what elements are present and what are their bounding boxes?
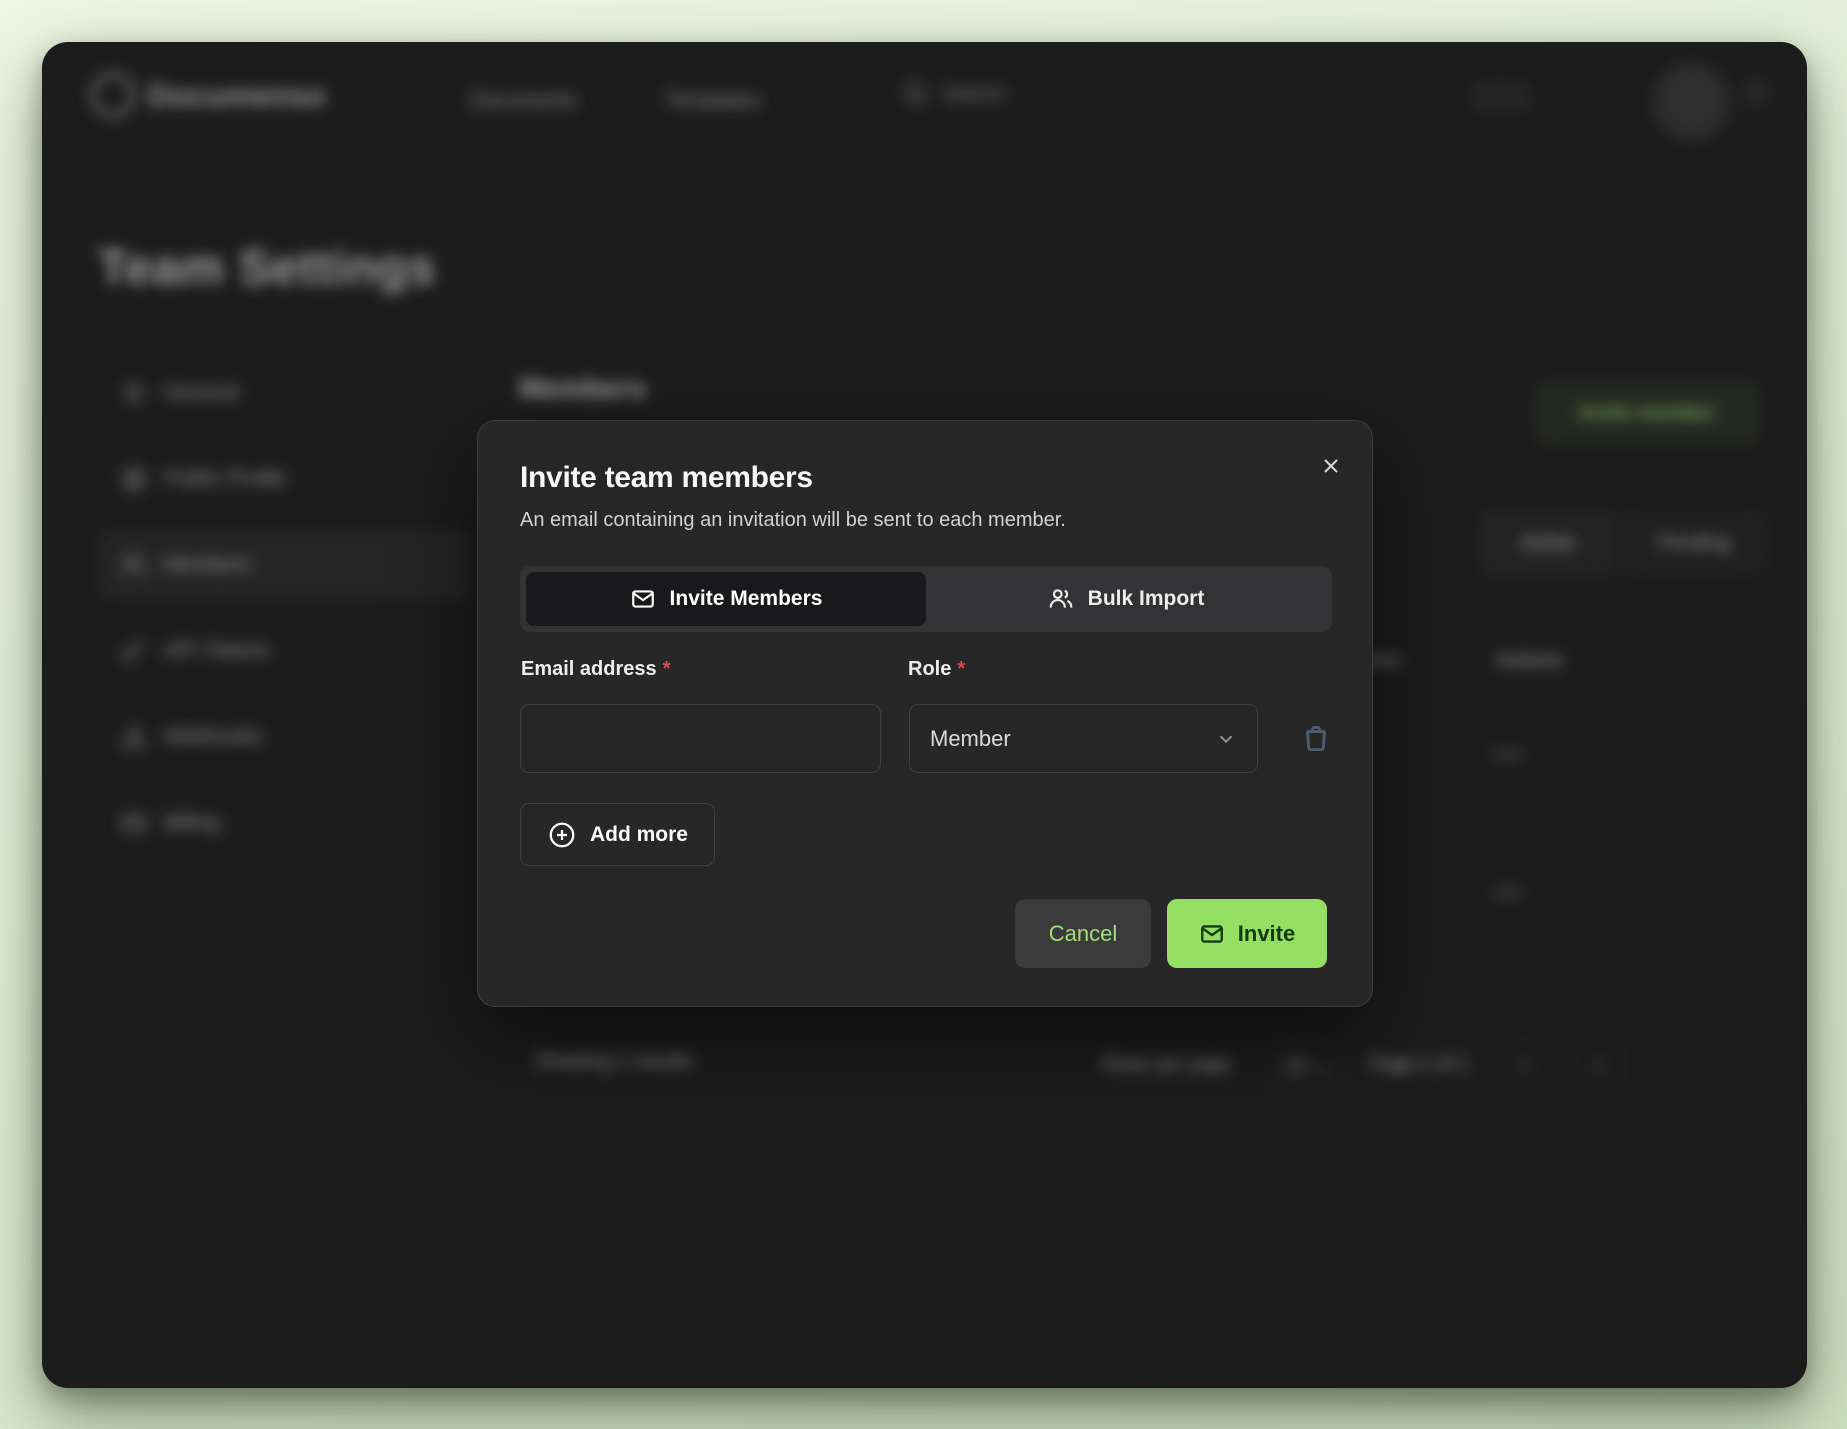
email-address-label: Email address* <box>521 658 670 681</box>
dialog-actions: Cancel Invite <box>478 899 1372 968</box>
close-button[interactable] <box>1316 451 1346 481</box>
invite-button-label: Invite <box>1238 921 1295 947</box>
invite-button[interactable]: Invite <box>1167 899 1327 968</box>
role-label: Role* <box>908 658 965 681</box>
email-field[interactable] <box>520 704 881 773</box>
required-marker: * <box>957 658 965 680</box>
invite-row: Member <box>520 704 1330 773</box>
field-labels-row: Email address* Role* <box>520 658 1330 682</box>
dialog-subtitle: An email containing an invitation will b… <box>520 509 1330 532</box>
tab-label: Bulk Import <box>1088 587 1205 611</box>
tab-invite-members[interactable]: Invite Members <box>526 572 926 626</box>
add-more-button[interactable]: Add more <box>520 803 715 866</box>
tab-bulk-import[interactable]: Bulk Import <box>926 572 1326 626</box>
mail-icon <box>1199 921 1225 947</box>
required-marker: * <box>663 658 671 680</box>
plus-circle-icon <box>547 820 577 850</box>
trash-icon <box>1299 721 1333 755</box>
role-select[interactable]: Member <box>909 704 1258 773</box>
invite-mode-tabs: Invite Members Bulk Import <box>520 566 1332 632</box>
tab-label: Invite Members <box>670 587 823 611</box>
invite-team-members-dialog: Invite team members An email containing … <box>477 420 1373 1007</box>
cancel-button[interactable]: Cancel <box>1015 899 1151 968</box>
role-select-value: Member <box>930 726 1011 752</box>
chevron-down-icon <box>1215 728 1237 750</box>
app-window: Documenso Documents Templates Search Tea… <box>42 42 1807 1388</box>
add-more-label: Add more <box>590 823 688 847</box>
remove-row-button[interactable] <box>1298 721 1334 757</box>
mail-icon <box>630 586 656 612</box>
users-icon <box>1048 586 1074 612</box>
dialog-title: Invite team members <box>520 461 1330 495</box>
close-icon <box>1319 454 1343 478</box>
